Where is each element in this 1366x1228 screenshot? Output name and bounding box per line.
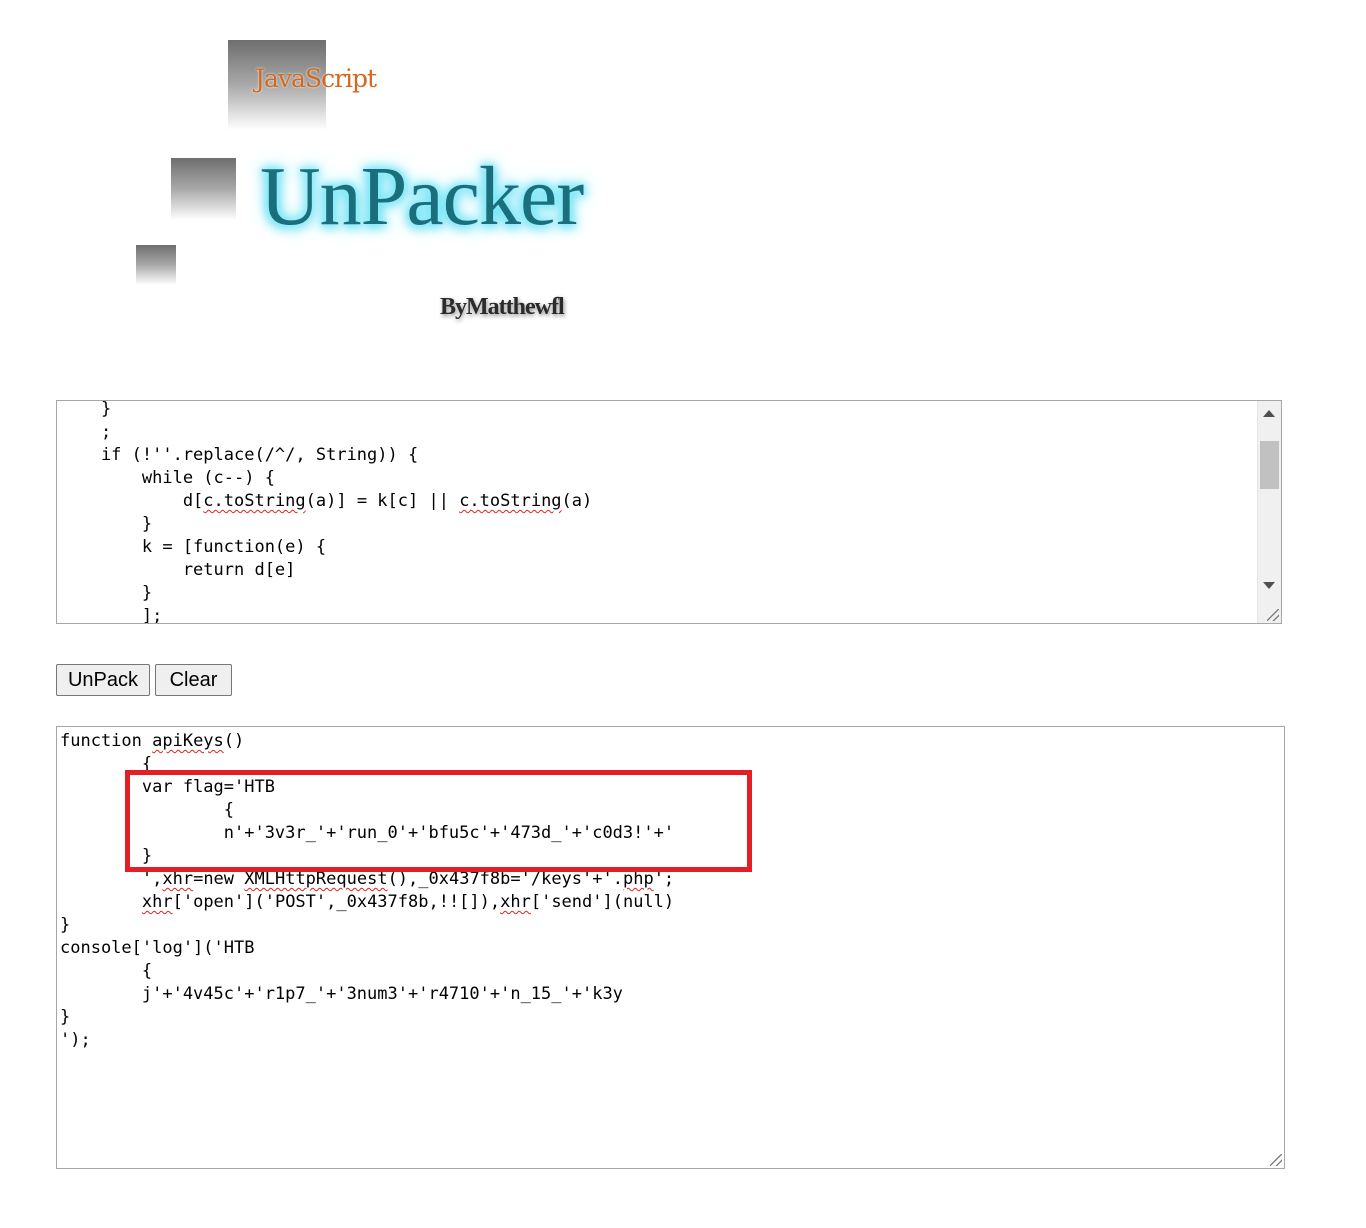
logo-byline: ByMatthewfl [440,294,565,320]
code-line: } [60,915,71,935]
code-line: ]; [60,606,163,624]
code-line: return d[e] [60,560,296,580]
code-line: ; [60,422,112,442]
clear-button[interactable]: Clear [155,664,232,696]
spellcheck-word: XMLHttpRequest [244,869,388,889]
code-line: } [60,514,153,534]
code-line: d[c.toString(a)] = k[c] || c.toString(a) [60,491,593,511]
logo-javascript-text: JavaScript [255,64,377,93]
code-line: } [60,400,112,419]
spellcheck-word: apiKeys [152,731,224,751]
code-line: k = [function(e) { [60,537,327,557]
scrollbar-thumb[interactable] [1260,441,1279,489]
packed-code-textarea[interactable]: } ; if (!''.replace(/^/, String)) { whil… [56,400,1282,624]
unpacker-logo: JavaScript UnPacker ByMatthewfl [0,0,700,360]
spellcheck-word: c.toString [203,491,306,511]
unpack-button[interactable]: UnPack [56,664,150,696]
code-line: ',xhr=new XMLHttpRequest(),_0x437f8b='/k… [60,869,675,889]
spellcheck-word: php [622,869,654,889]
code-line: '); [60,1030,91,1050]
resize-grip-icon[interactable] [1270,1154,1282,1166]
code-line: var flag='HTB [60,777,275,797]
scroll-down-arrow-icon[interactable] [1263,582,1275,589]
code-line: { [60,961,153,981]
vertical-scrollbar[interactable] [1257,401,1281,623]
code-line: j'+'4v45c'+'r1p7_'+'3num3'+'r4710'+'n_15… [60,984,623,1004]
code-line: function apiKeys() [60,731,245,751]
unpacked-code-content: function apiKeys() { var flag='HTB { n'+… [60,730,674,1052]
code-line: { [60,754,153,774]
code-line: { [60,800,234,820]
logo-gradient-square-medium [171,158,236,220]
scroll-up-arrow-icon[interactable] [1263,410,1275,417]
code-line: } [60,583,153,603]
logo-title: UnPacker [260,150,584,243]
spellcheck-word: xhr [500,892,531,912]
packed-code-content: } ; if (!''.replace(/^/, String)) { whil… [60,400,593,624]
code-line: } [60,846,153,866]
unpacked-code-textarea[interactable]: function apiKeys() { var flag='HTB { n'+… [56,726,1285,1169]
logo-gradient-square-small [136,245,176,285]
code-line: xhr['open']('POST',_0x437f8b,!![]),xhr['… [141,892,675,912]
code-line: if (!''.replace(/^/, String)) { [60,445,419,465]
spellcheck-word: xhr [162,869,194,889]
spellcheck-word: xhr [141,892,173,912]
code-line: while (c--) { [60,468,275,488]
code-line: n'+'3v3r_'+'run_0'+'bfu5c'+'473d_'+'c0d3… [60,823,675,843]
code-line: } [60,1007,71,1027]
resize-grip-icon[interactable] [1267,609,1279,621]
code-line: console['log']('HTB [60,938,255,958]
spellcheck-word: c.toString [459,491,562,511]
